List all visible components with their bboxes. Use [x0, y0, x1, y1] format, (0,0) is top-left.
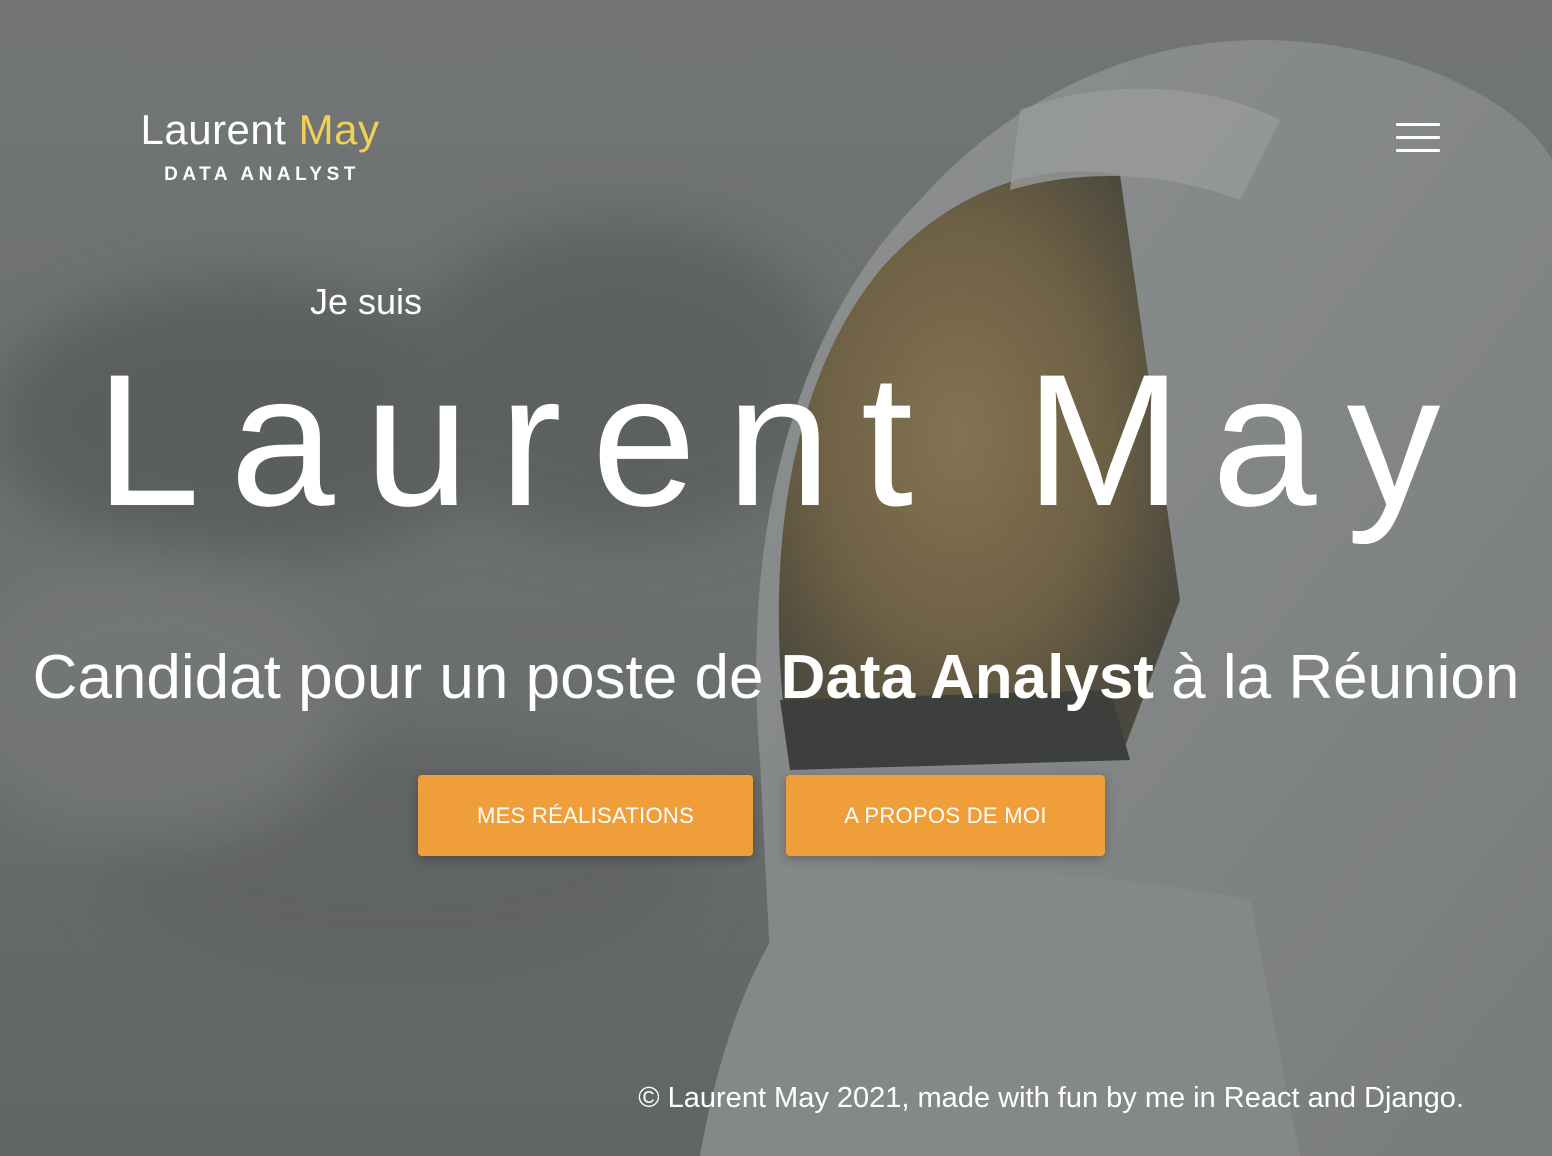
hero-intro: Je suis: [310, 281, 423, 322]
brand-last-name: May: [298, 106, 380, 153]
hamburger-menu-icon[interactable]: [1393, 118, 1443, 158]
site-brand[interactable]: Laurent May DATA ANALYST: [124, 104, 396, 186]
about-me-button[interactable]: A PROPOS DE MOI: [786, 775, 1105, 856]
tagline-after: à la Réunion: [1153, 643, 1520, 712]
brand-name: Laurent May: [124, 104, 396, 156]
brand-role: DATA ANALYST: [164, 164, 360, 185]
brand-first-name: Laurent: [140, 106, 287, 153]
tagline-bold: Data Analyst: [780, 643, 1154, 712]
tagline-before: Candidat pour un poste de: [32, 643, 781, 712]
my-work-button[interactable]: MES RÉALISATIONS: [418, 775, 753, 856]
hero-tagline: Candidat pour un poste de Data Analyst à…: [0, 642, 1552, 714]
footer-copyright: © Laurent May 2021, made with fun by me …: [638, 1082, 1464, 1114]
hero-name: Laurent May: [95, 335, 1471, 545]
